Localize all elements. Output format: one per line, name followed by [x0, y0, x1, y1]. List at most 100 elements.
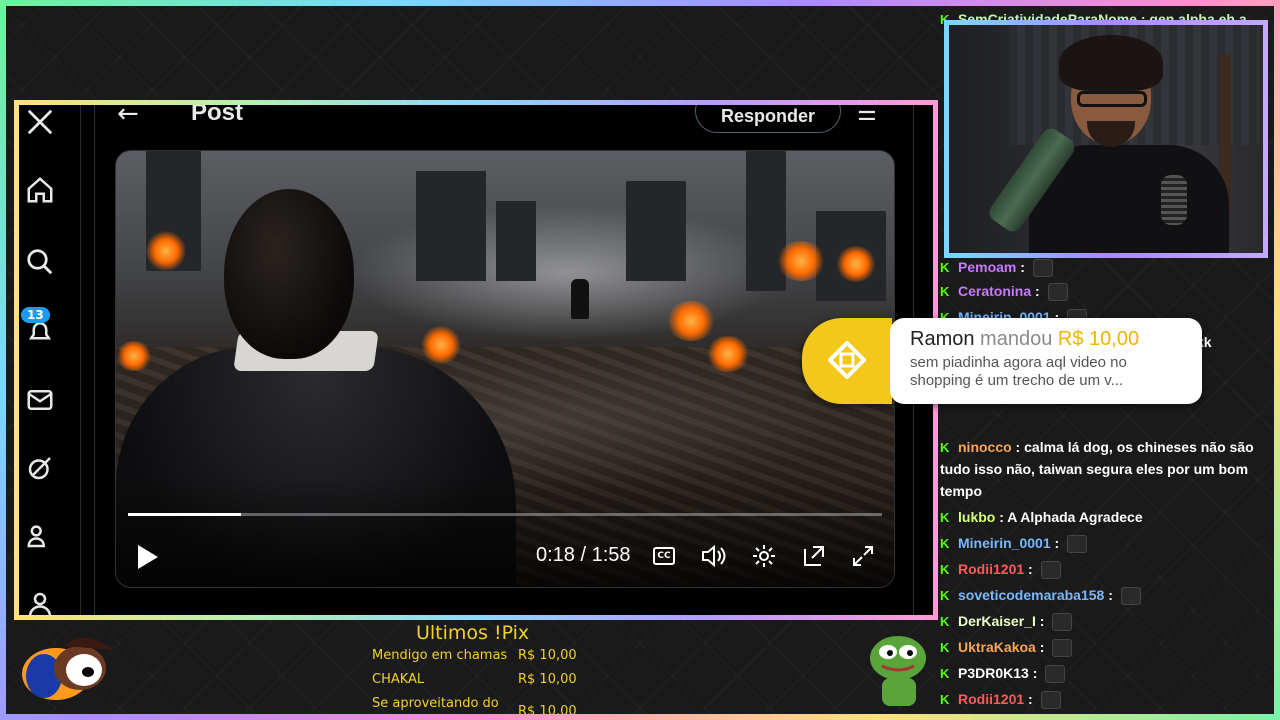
- chat-emote-icon: [1052, 613, 1073, 632]
- back-arrow-icon[interactable]: ←: [117, 105, 139, 129]
- chat-username[interactable]: DerKaiser_I: [958, 613, 1036, 629]
- chat-username[interactable]: Mineirin_0001: [958, 535, 1051, 551]
- stream-overlay: 13 ← Post Responder ⚌ 0:18 / 1:58 CC Sem…: [0, 0, 1280, 720]
- screen-share: 13 ← Post Responder ⚌ 0:18 / 1:58 CC: [14, 100, 938, 620]
- chat-emote-icon: [1040, 561, 1061, 580]
- chat-emote-icon: [1032, 259, 1053, 278]
- donor-name: Ramon: [910, 328, 975, 350]
- kick-badge-icon: K: [940, 640, 950, 656]
- chat-username[interactable]: Rodii1201: [958, 691, 1024, 707]
- chat-separator: :: [1050, 535, 1064, 551]
- page-title: Post: [191, 100, 244, 126]
- kick-badge-icon: K: [940, 614, 950, 630]
- search-icon[interactable]: [25, 247, 55, 277]
- distant-figure: [571, 279, 589, 319]
- donation-message: sem piadinha agora aql video no shopping…: [910, 354, 1127, 389]
- chat-emote-icon: [1052, 639, 1073, 658]
- kick-badge-icon: K: [940, 666, 950, 682]
- post-header: ← Post Responder ⚌: [95, 100, 913, 141]
- fire: [116, 341, 152, 371]
- chat-separator: :: [1028, 665, 1042, 681]
- kick-badge-icon: K: [940, 284, 950, 300]
- reply-button[interactable]: Responder: [695, 105, 841, 133]
- webcam-feed: [944, 20, 1268, 258]
- chat-emote-icon: [1047, 283, 1068, 302]
- pix-row: Se aproveitando do R$ 10,00: [372, 696, 582, 719]
- grok-icon[interactable]: [25, 453, 55, 483]
- chat-message: K Rodii1201 :: [940, 558, 1260, 580]
- chat-username[interactable]: lukbo: [958, 509, 995, 525]
- pix-value: R$ 10,00: [518, 672, 577, 687]
- donation-header: Ramon mandou R$ 10,00: [910, 328, 1139, 351]
- streamer-glasses: [1077, 91, 1147, 107]
- pix-donor: Mendigo em chamas: [372, 648, 508, 663]
- chat-separator: :: [1024, 561, 1037, 577]
- fire: [836, 246, 876, 282]
- chat-emote-icon: [1045, 665, 1066, 684]
- pix-icon: [828, 341, 866, 379]
- microphone: [1161, 175, 1187, 225]
- chat-username[interactable]: Ceratonina: [958, 283, 1031, 299]
- post-column: ← Post Responder ⚌ 0:18 / 1:58 CC: [94, 105, 914, 615]
- chat-text: A Alphada Agradece: [1007, 509, 1143, 525]
- profile-icon[interactable]: [25, 589, 55, 619]
- fire: [421, 326, 461, 364]
- man-head: [224, 189, 354, 359]
- x-logo-icon[interactable]: [25, 107, 55, 137]
- messages-icon[interactable]: [25, 385, 55, 415]
- chat-separator: :: [1024, 691, 1037, 707]
- fire: [146, 231, 186, 271]
- chat-username[interactable]: UktraKakoa: [958, 639, 1036, 655]
- pix-donor: Se aproveitando do: [372, 696, 499, 711]
- ruin-building: [416, 171, 486, 281]
- home-icon[interactable]: [25, 175, 55, 205]
- video-progress-fill: [128, 513, 242, 516]
- chat-username[interactable]: soveticodemaraba158: [958, 587, 1104, 603]
- chat-message: K P3DR0K13 :: [940, 662, 1260, 684]
- video-player[interactable]: 0:18 / 1:58 CC: [115, 150, 895, 588]
- pix-donor: CHAKAL: [372, 672, 425, 687]
- chat-message: K Rodii1201 :: [940, 688, 1260, 710]
- chat-separator: :: [1031, 283, 1044, 299]
- chat-username[interactable]: P3DR0K13: [958, 665, 1029, 681]
- pepe-emote: [870, 636, 926, 706]
- donation-verb: mandou: [980, 328, 1053, 350]
- chat-username[interactable]: Rodii1201: [958, 561, 1024, 577]
- filter-icon[interactable]: ⚌: [857, 105, 877, 126]
- volume-icon[interactable]: [700, 544, 728, 568]
- kick-badge-icon: K: [940, 440, 950, 456]
- chat-message: K UktraKakoa :: [940, 636, 1260, 658]
- kick-badge-icon: K: [940, 510, 950, 526]
- donation-amount: R$ 10,00: [1057, 328, 1140, 350]
- ruin-building: [496, 201, 536, 281]
- controls-shade: [116, 477, 894, 587]
- video-progress-bar[interactable]: [128, 513, 882, 516]
- chat-separator: :: [1016, 259, 1029, 275]
- settings-gear-icon[interactable]: [752, 544, 776, 568]
- play-icon[interactable]: [136, 543, 160, 571]
- kick-badge-icon: K: [940, 536, 950, 552]
- kick-badge-icon: K: [940, 588, 950, 604]
- kick-badge-icon: K: [940, 260, 950, 276]
- fire: [666, 301, 716, 341]
- video-time: 0:18 / 1:58: [536, 544, 631, 566]
- chat-username[interactable]: ninocco: [958, 439, 1012, 455]
- chat-emote-icon: [1120, 587, 1141, 606]
- chat-message: K Pemoam :: [940, 256, 1260, 278]
- chat-separator: :: [1035, 639, 1049, 655]
- pix-value: R$ 10,00: [518, 704, 577, 719]
- chat-message: K Ceratonina :: [940, 280, 1260, 302]
- donation-alert: Ramon mandou R$ 10,00 sem piadinha agora…: [802, 318, 1202, 404]
- chat-username[interactable]: Pemoam: [958, 259, 1016, 275]
- kick-badge-icon: K: [940, 692, 950, 708]
- fullscreen-icon[interactable]: [851, 544, 875, 568]
- ruin-building: [626, 181, 686, 281]
- chat-emote-icon: [1040, 691, 1061, 710]
- pix-panel-title: Ultimos !Pix: [416, 622, 530, 644]
- captions-icon[interactable]: CC: [653, 547, 675, 565]
- chat-message: Ksoveticodemaraba158 :: [940, 584, 1260, 606]
- communities-icon[interactable]: [25, 521, 55, 551]
- chat-message: K Mineirin_0001 :: [940, 532, 1260, 554]
- chat-separator: :: [1011, 439, 1025, 455]
- picture-in-picture-icon[interactable]: [801, 543, 827, 569]
